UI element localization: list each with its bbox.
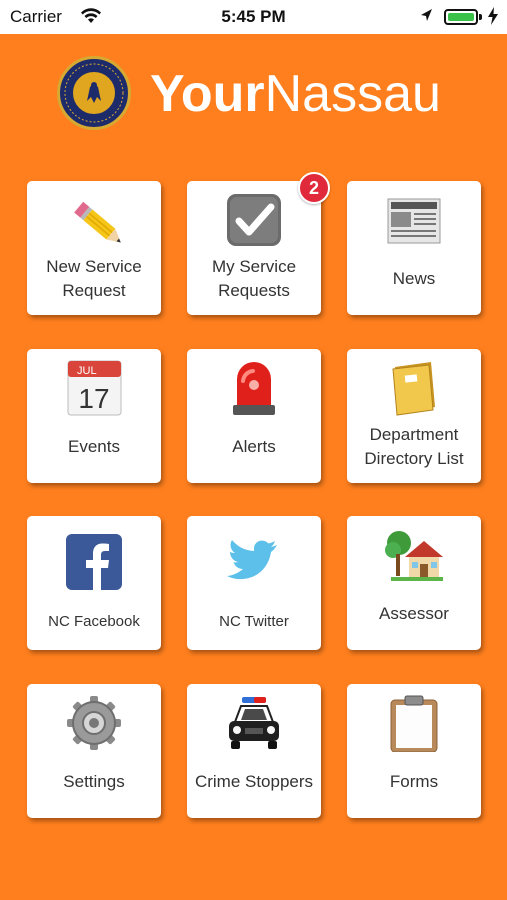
new-service-request-button[interactable]: New Service Request bbox=[27, 181, 161, 315]
crime-stoppers-button[interactable]: Crime Stoppers bbox=[187, 684, 321, 818]
nc-facebook-label: NC Facebook bbox=[48, 613, 140, 630]
alerts-button[interactable]: Alerts bbox=[187, 349, 321, 483]
calendar-icon: JUL 17 bbox=[27, 359, 161, 417]
twitter-icon bbox=[187, 532, 321, 590]
new-service-request-label-line1: New Service bbox=[46, 257, 142, 276]
pencil-icon bbox=[27, 191, 161, 249]
settings-label: Settings bbox=[63, 772, 125, 791]
news-button[interactable]: News bbox=[347, 181, 481, 315]
crime-stoppers-label: Crime Stoppers bbox=[194, 772, 314, 791]
assessor-button[interactable]: Assessor bbox=[347, 516, 481, 650]
status-bar: Carrier 5:45 PM bbox=[0, 0, 507, 34]
my-service-requests-label-line1: My Service bbox=[211, 257, 297, 276]
news-label: News bbox=[392, 269, 436, 288]
department-directory-list-button[interactable]: Department Directory List bbox=[347, 349, 481, 483]
forms-label: Forms bbox=[389, 772, 439, 791]
new-service-request-label-line2: Request bbox=[62, 281, 126, 300]
events-label: Events bbox=[68, 437, 120, 456]
nassau-county-seal-logo bbox=[57, 56, 131, 130]
assessor-label: Assessor bbox=[379, 604, 449, 623]
newspaper-icon bbox=[347, 191, 481, 249]
battery-icon bbox=[444, 9, 478, 25]
nc-facebook-button[interactable]: NC Facebook bbox=[27, 516, 161, 650]
nc-twitter-button[interactable]: NC Twitter bbox=[187, 516, 321, 650]
app-header: YourNassau bbox=[0, 34, 507, 164]
alerts-label: Alerts bbox=[232, 437, 276, 456]
app-title: YourNassau bbox=[150, 64, 441, 124]
forms-button[interactable]: Forms bbox=[347, 684, 481, 818]
my-service-requests-button[interactable]: My Service Requests bbox=[187, 181, 321, 315]
police-car-icon bbox=[187, 694, 321, 752]
location-arrow-icon bbox=[418, 6, 434, 29]
nc-twitter-label: NC Twitter bbox=[219, 613, 289, 630]
facebook-icon bbox=[27, 532, 161, 590]
my-service-requests-label-line2: Requests bbox=[218, 281, 290, 300]
directory-book-icon bbox=[347, 359, 481, 417]
calendar-day: 17 bbox=[78, 383, 109, 414]
house-icon bbox=[347, 526, 481, 584]
settings-button[interactable]: Settings bbox=[27, 684, 161, 818]
app-title-bold: Your bbox=[150, 65, 265, 123]
requests-count-badge: 2 bbox=[298, 172, 330, 204]
department-directory-label-line1: Department bbox=[369, 425, 459, 444]
app-title-light: Nassau bbox=[264, 65, 441, 123]
gear-icon bbox=[27, 694, 161, 752]
events-button[interactable]: JUL 17 Events bbox=[27, 349, 161, 483]
charging-bolt-icon bbox=[487, 6, 499, 31]
department-directory-label-line2: Directory List bbox=[364, 449, 464, 468]
battery-tip bbox=[479, 14, 482, 20]
checkbox-icon bbox=[187, 191, 321, 249]
calendar-month: JUL bbox=[77, 365, 97, 377]
clipboard-icon bbox=[347, 694, 481, 753]
siren-icon bbox=[187, 359, 321, 417]
